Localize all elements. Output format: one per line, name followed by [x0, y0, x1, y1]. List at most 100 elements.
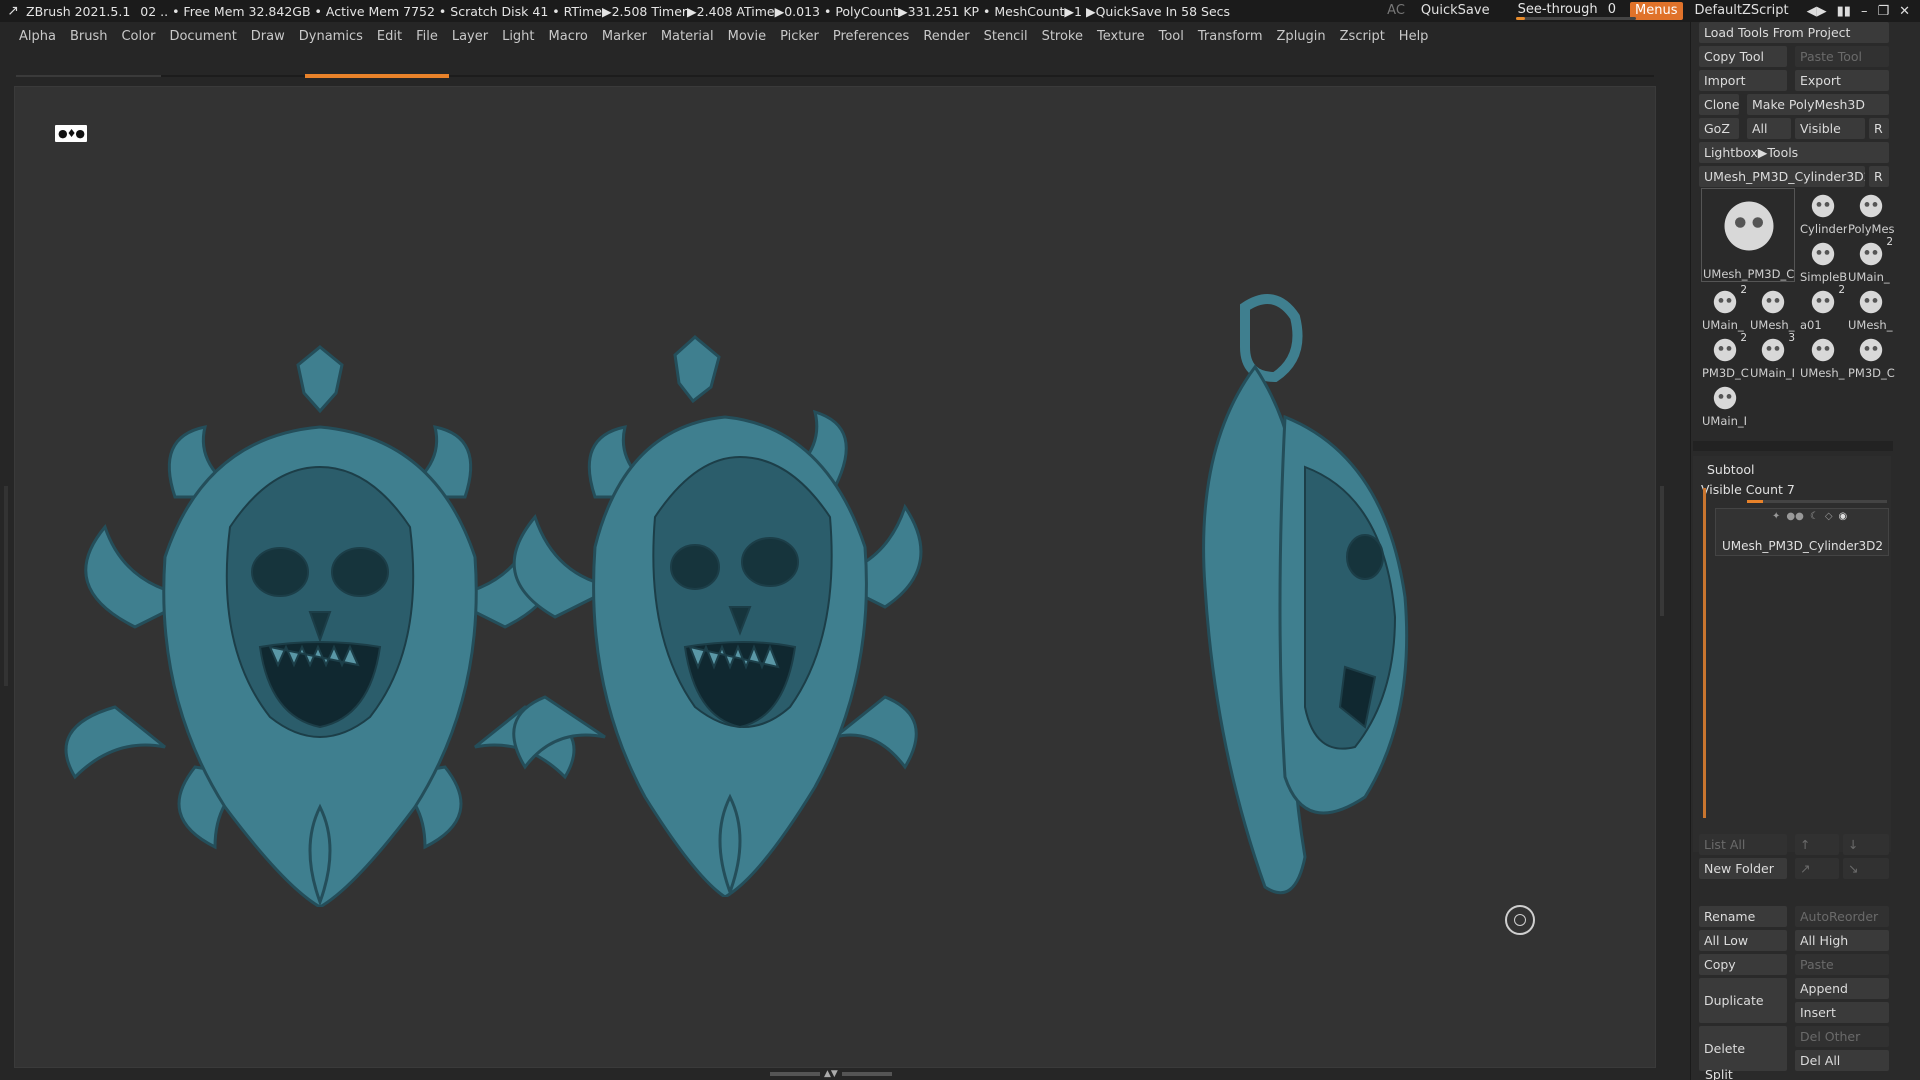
- menu-edit[interactable]: Edit: [370, 29, 409, 44]
- insert-button[interactable]: Insert: [1795, 1002, 1889, 1023]
- menu-marker[interactable]: Marker: [595, 29, 654, 44]
- tool-thumbnail[interactable]: UMesh_PM3D_C: [1701, 188, 1795, 282]
- menu-texture[interactable]: Texture: [1090, 29, 1152, 44]
- visible-count-slider[interactable]: Visible Count 7: [1701, 482, 1795, 497]
- all-high-button[interactable]: All High: [1795, 930, 1889, 951]
- menu-macro[interactable]: Macro: [542, 29, 595, 44]
- shelf-tab-1[interactable]: [16, 75, 161, 77]
- menu-color[interactable]: Color: [114, 29, 162, 44]
- polypaint-icon[interactable]: ◇: [1825, 511, 1833, 522]
- menu-material[interactable]: Material: [654, 29, 721, 44]
- tool-thumbnail[interactable]: UMesh_: [1847, 284, 1895, 332]
- model-three-quarter-view[interactable]: [505, 317, 925, 897]
- all-low-button[interactable]: All Low: [1699, 930, 1787, 951]
- tool-thumbnail[interactable]: UMain_ 2: [1847, 236, 1895, 284]
- see-through-slider[interactable]: See-through 0: [1508, 0, 1636, 22]
- duplicate-button[interactable]: Duplicate: [1699, 978, 1787, 1023]
- goz-all-button[interactable]: All: [1747, 118, 1791, 139]
- autoreorder-button[interactable]: AutoReorder: [1795, 906, 1889, 927]
- floor-grid-icon[interactable]: ●♦●: [55, 125, 87, 142]
- menu-document[interactable]: Document: [162, 29, 243, 44]
- current-tool-r-button[interactable]: R: [1869, 166, 1889, 187]
- close-icon[interactable]: ✕: [1899, 4, 1910, 19]
- menu-transform[interactable]: Transform: [1191, 29, 1270, 44]
- moon-icon[interactable]: ☾: [1810, 511, 1819, 522]
- menu-brush[interactable]: Brush: [63, 29, 115, 44]
- menu-zplugin[interactable]: Zplugin: [1270, 29, 1333, 44]
- menu-stroke[interactable]: Stroke: [1035, 29, 1090, 44]
- bottom-tray-grip[interactable]: ▲▼: [770, 1070, 900, 1079]
- default-zscript-button[interactable]: DefaultZScript: [1687, 0, 1797, 22]
- menu-zscript[interactable]: Zscript: [1333, 29, 1392, 44]
- tool-thumbnail[interactable]: UMain_I 3: [1749, 332, 1797, 380]
- copy-button[interactable]: Copy: [1699, 954, 1787, 975]
- shelf-tab-active[interactable]: [305, 74, 449, 78]
- goz-r-button[interactable]: R: [1869, 118, 1889, 139]
- tool-thumbnail[interactable]: PM3D_C: [1847, 332, 1895, 380]
- menu-dynamics[interactable]: Dynamics: [292, 29, 370, 44]
- rename-button[interactable]: Rename: [1699, 906, 1787, 927]
- paste-tool-button[interactable]: Paste Tool: [1795, 46, 1889, 67]
- del-other-button[interactable]: Del Other: [1795, 1026, 1889, 1047]
- arrow-down-right-icon[interactable]: ↘: [1843, 858, 1889, 879]
- restore-icon[interactable]: ❐: [1877, 4, 1889, 19]
- menu-draw[interactable]: Draw: [244, 29, 292, 44]
- menu-file[interactable]: File: [409, 29, 445, 44]
- tool-thumbnail[interactable]: a01 2: [1799, 284, 1847, 332]
- tool-thumbnail[interactable]: UMesh_: [1799, 332, 1847, 380]
- tool-thumbnail[interactable]: UMesh_: [1749, 284, 1797, 332]
- tool-thumbnail[interactable]: UMain_I: [1701, 380, 1749, 428]
- move-down-icon[interactable]: ↓: [1843, 834, 1889, 855]
- delete-button[interactable]: Delete: [1699, 1026, 1787, 1071]
- left-tray-handle[interactable]: [4, 486, 8, 686]
- toggle-icon[interactable]: ●●: [1786, 511, 1803, 522]
- import-button[interactable]: Import: [1699, 70, 1787, 91]
- arrow-right-icon[interactable]: ↗: [1795, 858, 1839, 879]
- menu-light[interactable]: Light: [495, 29, 541, 44]
- quicksave-button[interactable]: QuickSave: [1413, 0, 1498, 22]
- brush-icon[interactable]: ✦: [1772, 511, 1780, 522]
- subtool-scroll-rail[interactable]: [1703, 488, 1706, 818]
- menu-help[interactable]: Help: [1392, 29, 1436, 44]
- tool-thumbnail[interactable]: UMain_ 2: [1701, 284, 1749, 332]
- lightbox-tools-button[interactable]: Lightbox▶Tools: [1699, 142, 1889, 163]
- make-polymesh3d-button[interactable]: Make PolyMesh3D: [1747, 94, 1889, 115]
- subtool-item[interactable]: ✦ ●● ☾ ◇ ◉ UMesh_PM3D_Cylinder3D2: [1715, 508, 1889, 556]
- menu-picker[interactable]: Picker: [773, 29, 826, 44]
- copy-tool-button[interactable]: Copy Tool: [1699, 46, 1787, 67]
- menu-movie[interactable]: Movie: [721, 29, 773, 44]
- tool-thumbnail[interactable]: PM3D_C 2: [1701, 332, 1749, 380]
- help-icon[interactable]: ◀▶: [1807, 4, 1827, 19]
- menu-alpha[interactable]: Alpha: [12, 29, 63, 44]
- layout-icon[interactable]: ▮▮: [1837, 4, 1851, 19]
- list-all-button[interactable]: List All: [1699, 834, 1787, 855]
- right-tray-handle[interactable]: [1660, 486, 1664, 616]
- canvas-viewport[interactable]: ●♦●: [14, 86, 1656, 1068]
- current-tool-slider[interactable]: UMesh_PM3D_Cylinder3D2.: [1699, 166, 1865, 187]
- move-up-icon[interactable]: ↑: [1795, 834, 1839, 855]
- export-button[interactable]: Export: [1795, 70, 1889, 91]
- menu-render[interactable]: Render: [916, 29, 976, 44]
- ac-toggle[interactable]: AC: [1379, 0, 1413, 22]
- split-section-title[interactable]: Split: [1705, 1067, 1733, 1080]
- clone-button[interactable]: Clone: [1699, 94, 1739, 115]
- menu-stencil[interactable]: Stencil: [977, 29, 1035, 44]
- del-all-button[interactable]: Del All: [1795, 1050, 1889, 1071]
- menus-button[interactable]: Menus: [1630, 2, 1683, 20]
- goz-button[interactable]: GoZ: [1699, 118, 1739, 139]
- model-side-view[interactable]: [1195, 287, 1425, 907]
- new-folder-button[interactable]: New Folder: [1699, 858, 1787, 879]
- menu-layer[interactable]: Layer: [445, 29, 495, 44]
- paste-button[interactable]: Paste: [1795, 954, 1889, 975]
- eye-icon[interactable]: ◉: [1839, 511, 1848, 522]
- goz-visible-button[interactable]: Visible: [1795, 118, 1865, 139]
- minimize-icon[interactable]: –: [1861, 4, 1868, 19]
- append-button[interactable]: Append: [1795, 978, 1889, 999]
- menu-preferences[interactable]: Preferences: [826, 29, 916, 44]
- load-tools-from-project-button[interactable]: Load Tools From Project: [1699, 22, 1889, 43]
- subtool-title[interactable]: Subtool: [1707, 462, 1754, 477]
- menu-tool[interactable]: Tool: [1152, 29, 1191, 44]
- tool-thumbnail[interactable]: SimpleB: [1799, 236, 1847, 284]
- tool-thumbnail[interactable]: Cylinder: [1799, 188, 1847, 236]
- tool-thumbnail[interactable]: PolyMes: [1847, 188, 1895, 236]
